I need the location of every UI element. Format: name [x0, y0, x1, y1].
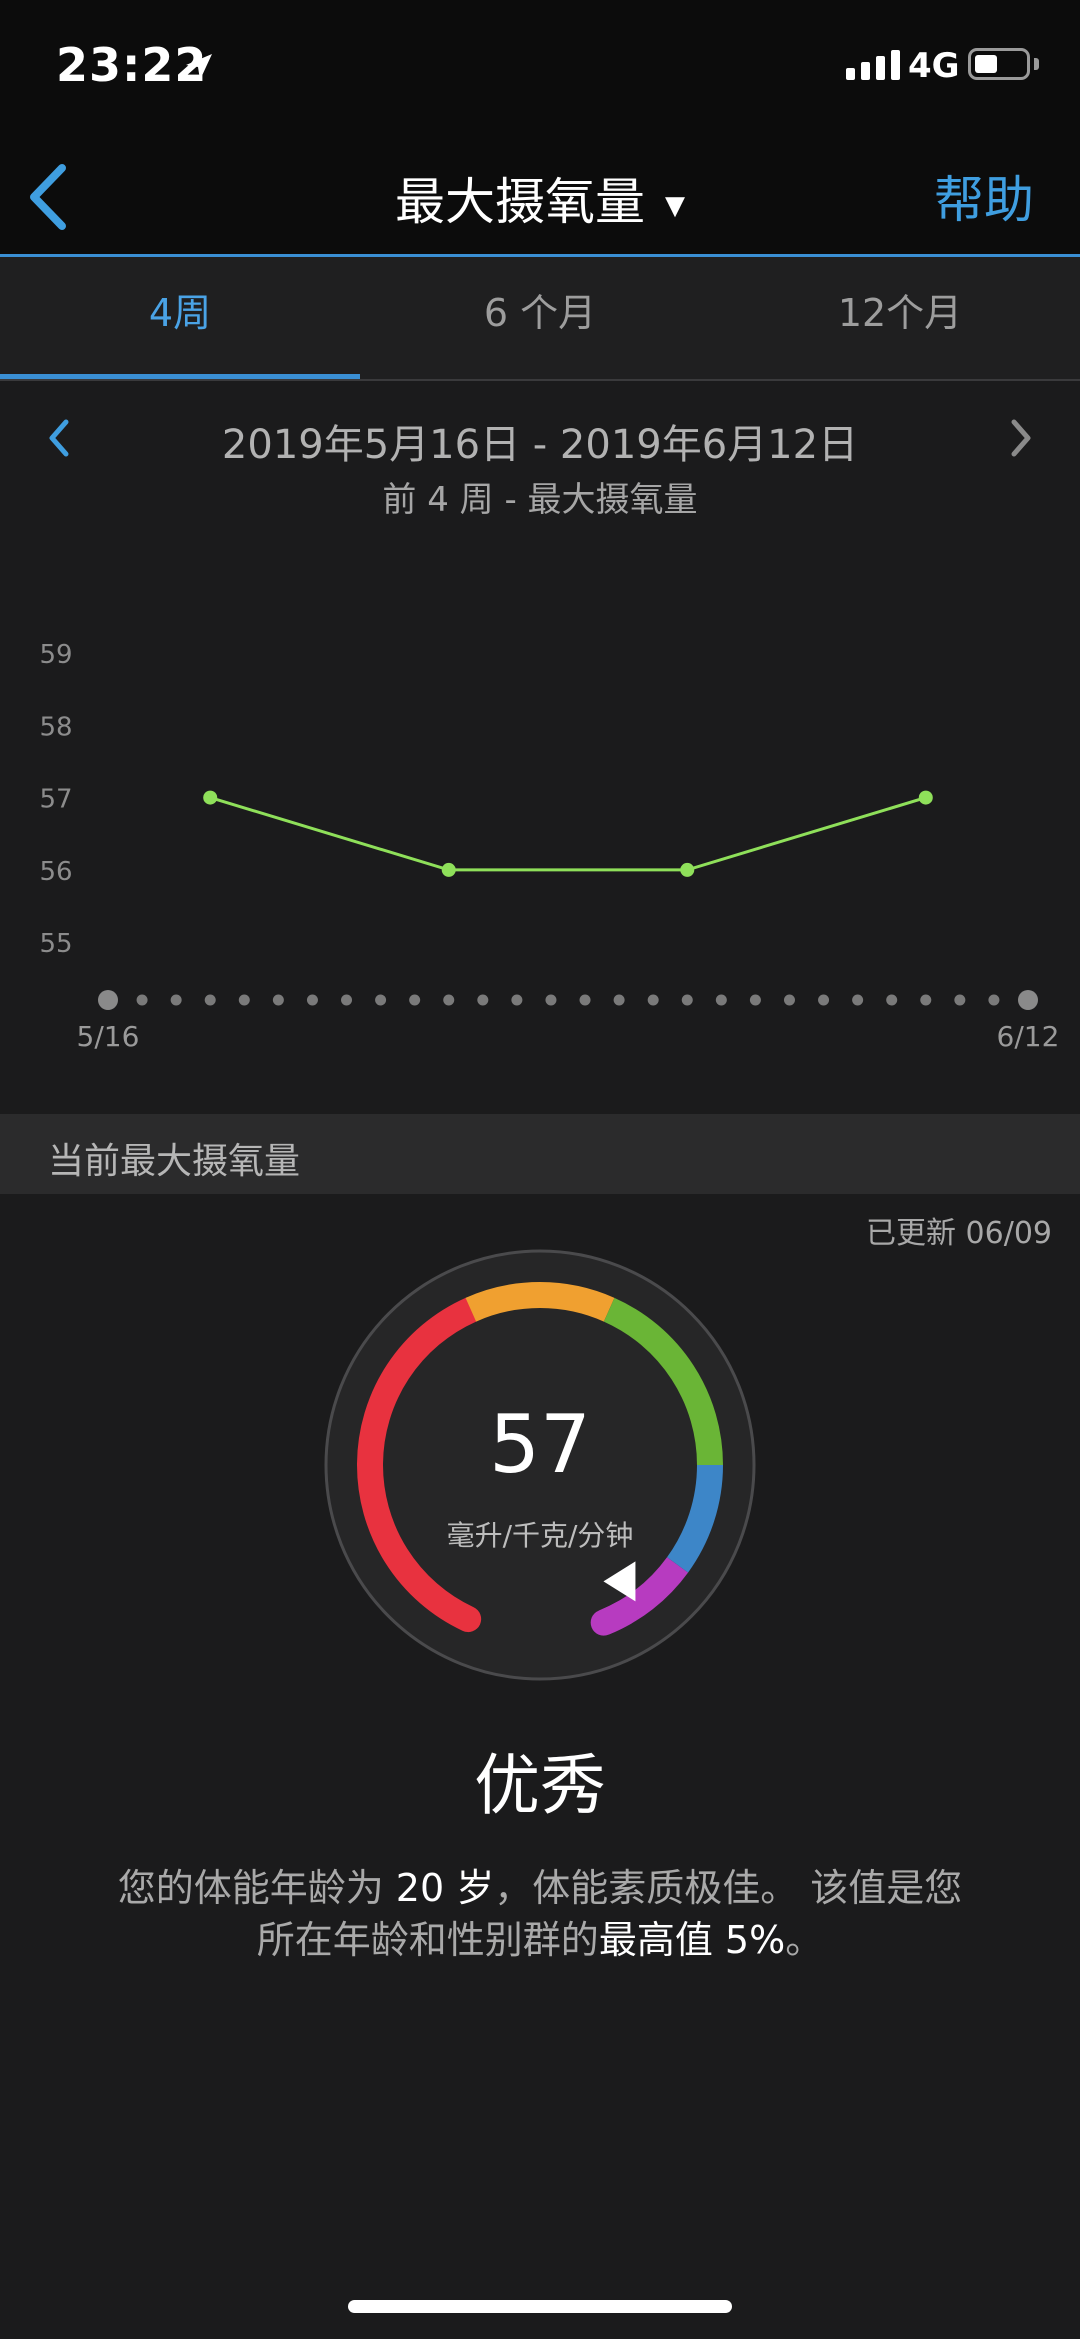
timeline-dot	[477, 994, 489, 1006]
y-tick-label: 56	[39, 857, 72, 887]
fitness-description: 您的体能年龄为 20 岁，体能素质极佳。 该值是您所在年龄和性别群的最高值 5%…	[70, 1862, 1010, 1966]
timeline-dot	[204, 994, 216, 1006]
page-title-dropdown[interactable]: 最大摄氧量 ▼	[0, 162, 1080, 234]
tab-6-months[interactable]: 6 个月	[360, 257, 720, 379]
timeline-dot	[545, 994, 557, 1006]
timeline-dot	[375, 994, 387, 1006]
tab-4-weeks[interactable]: 4周	[0, 257, 360, 379]
x-tick-label: 6/12	[997, 1020, 1060, 1053]
gauge-value: 57	[489, 1398, 591, 1491]
nav-bar: 最大摄氧量 ▼ 帮助	[0, 140, 1080, 257]
timeline-dot	[988, 994, 1000, 1006]
timeline-dot	[341, 994, 353, 1006]
percentile-highlight: 最高值 5%	[598, 1918, 786, 1962]
date-range-title: 2019年5月16日 - 2019年6月12日	[221, 422, 859, 468]
timeline-dot	[647, 994, 659, 1006]
timeline-dot	[852, 994, 864, 1006]
timeline-dot	[749, 994, 761, 1006]
location-arrow-icon	[186, 54, 212, 80]
timeline-dot	[613, 994, 625, 1006]
gauge-unit: 毫升/千克/分钟	[446, 1519, 634, 1552]
desc-text-1: 您的体能年龄为	[117, 1866, 396, 1910]
timeline-dot	[170, 994, 182, 1006]
timeline-dot	[511, 994, 523, 1006]
timeline-dot	[886, 994, 898, 1006]
timeline-dot	[715, 994, 727, 1006]
timeline-dot	[1018, 990, 1038, 1010]
y-tick-label: 55	[39, 929, 72, 959]
desc-text-2: ，体能素质极佳。 该值是您	[494, 1866, 963, 1910]
status-bar: 23:22 4G	[0, 0, 1080, 140]
y-tick-label: 57	[39, 785, 72, 815]
vo2max-line-chart: 59 58 57 56 55 5/16 6/12	[39, 640, 1060, 1053]
timeline-dot	[409, 994, 421, 1006]
timeline-dot	[818, 994, 830, 1006]
timeline-dot	[579, 994, 591, 1006]
page-title: 最大摄氧量	[395, 173, 645, 231]
timeline-dot	[681, 994, 693, 1006]
timeline-dot	[920, 994, 932, 1006]
home-indicator	[348, 2300, 732, 2313]
tab-12-months[interactable]: 12个月	[720, 257, 1080, 379]
data-point	[680, 862, 695, 877]
period-tabs: 4周 6 个月 12个月	[0, 257, 1080, 381]
timeline-dot	[783, 994, 795, 1006]
desc-text-3: 所在年龄和性别群的	[256, 1918, 599, 1962]
help-button[interactable]: 帮助	[934, 160, 1034, 232]
x-tick-label: 5/16	[77, 1020, 140, 1053]
network-type: 4G	[908, 46, 960, 86]
fitness-rating: 优秀	[474, 1747, 606, 1824]
timeline-dot	[98, 990, 118, 1010]
updated-date: 已更新 06/09	[866, 1216, 1052, 1251]
timeline-dot	[238, 994, 250, 1006]
timeline-dot	[306, 994, 318, 1006]
y-tick-label: 58	[39, 712, 72, 742]
gauge-arc-fair	[465, 1282, 615, 1322]
data-point	[918, 790, 933, 805]
timeline-dot	[954, 994, 966, 1006]
gauge-arc-end	[590, 1599, 638, 1636]
timeline-dot	[272, 994, 284, 1006]
next-range-icon[interactable]	[1006, 416, 1036, 460]
battery-nub	[1034, 58, 1039, 70]
section-title: 当前最大摄氧量	[48, 1141, 301, 1182]
y-tick-label: 59	[39, 640, 72, 670]
desc-text-4: 。	[785, 1918, 824, 1962]
series-line	[209, 796, 927, 872]
data-point	[203, 790, 218, 805]
active-tab-indicator	[0, 374, 360, 379]
dropdown-caret-icon: ▼	[665, 190, 685, 221]
battery-icon	[968, 48, 1030, 80]
cellular-signal-icon	[846, 50, 900, 80]
current-vo2max-section: 当前最大摄氧量	[0, 1114, 1080, 1194]
data-point	[441, 862, 456, 877]
date-range-subtitle: 前 4 周 - 最大摄氧量	[382, 480, 698, 520]
timeline-dot	[136, 994, 148, 1006]
timeline-dot	[443, 994, 455, 1006]
fitness-age: 20 岁	[395, 1866, 495, 1910]
